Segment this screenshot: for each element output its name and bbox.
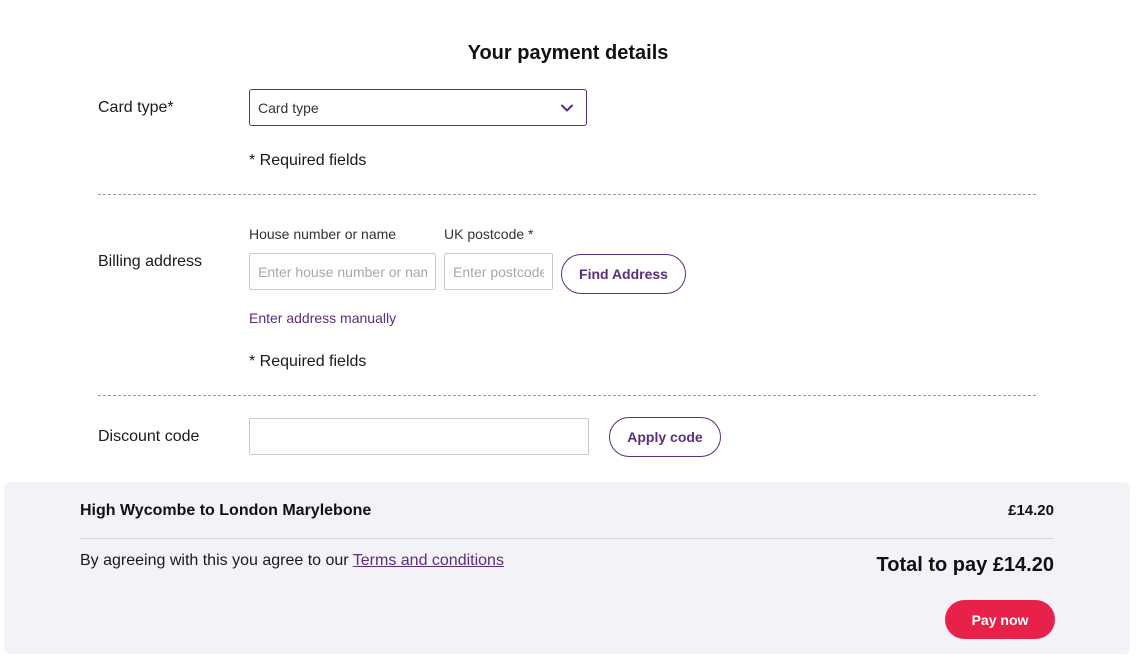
billing-required-note: * Required fields bbox=[249, 353, 367, 370]
apply-code-button[interactable]: Apply code bbox=[609, 417, 721, 457]
discount-code-input[interactable] bbox=[249, 418, 589, 455]
section-divider bbox=[98, 395, 1036, 396]
terms-and-conditions-link[interactable]: Terms and conditions bbox=[353, 552, 504, 569]
summary-divider bbox=[80, 538, 1054, 539]
house-number-label: House number or name bbox=[249, 226, 397, 242]
house-number-input[interactable] bbox=[249, 253, 436, 290]
postcode-label: UK postcode * bbox=[444, 226, 534, 242]
card-type-selected-value: Card type bbox=[258, 100, 319, 116]
journey-title: High Wycombe to London Marylebone bbox=[80, 502, 372, 519]
chevron-down-icon bbox=[561, 104, 573, 112]
journey-price: £14.20 bbox=[1008, 502, 1054, 519]
total-to-pay: Total to pay £14.20 bbox=[876, 554, 1054, 576]
terms-agreement-text: By agreeing with this you agree to our bbox=[80, 552, 353, 569]
discount-code-label: Discount code bbox=[98, 428, 200, 445]
enter-address-manually-link[interactable]: Enter address manually bbox=[249, 310, 396, 326]
terms-agreement: By agreeing with this you agree to our T… bbox=[80, 552, 504, 570]
card-required-note: * Required fields bbox=[249, 152, 367, 169]
billing-address-label: Billing address bbox=[98, 253, 203, 270]
card-type-label: Card type* bbox=[98, 99, 174, 116]
find-address-button[interactable]: Find Address bbox=[561, 254, 686, 294]
postcode-input[interactable] bbox=[444, 253, 553, 290]
card-type-select[interactable]: Card type bbox=[249, 89, 587, 126]
section-divider bbox=[98, 194, 1036, 195]
page-title: Your payment details bbox=[467, 42, 669, 64]
pay-now-button[interactable]: Pay now bbox=[945, 600, 1055, 639]
